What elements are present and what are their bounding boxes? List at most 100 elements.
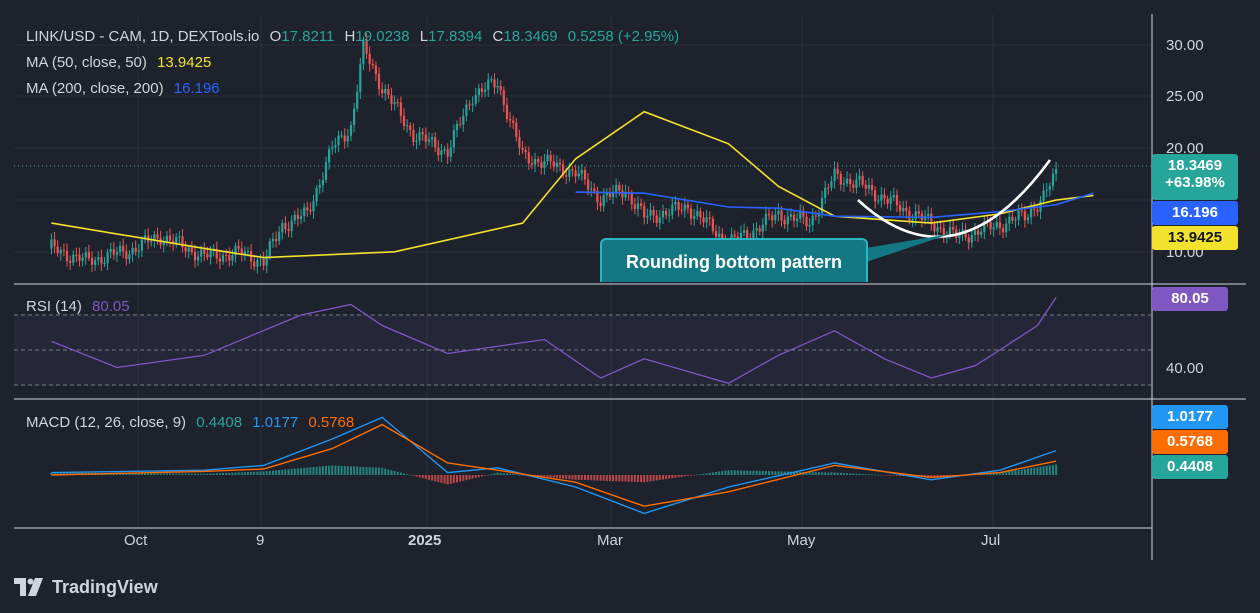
macd-histogram-bar	[693, 475, 696, 476]
candle-body	[275, 238, 278, 241]
candle-body	[646, 215, 649, 218]
macd-histogram-bar	[502, 473, 505, 475]
macd-histogram-bar	[256, 471, 259, 475]
candle-body	[318, 185, 321, 189]
macd-histogram-bar	[605, 475, 608, 481]
macd-histogram-bar	[746, 470, 749, 475]
candle-body	[889, 197, 892, 204]
candle-body	[112, 249, 115, 255]
candle-body	[203, 249, 206, 254]
macd-legend-signal: 0.5768	[308, 414, 355, 431]
candle-body	[72, 254, 75, 263]
x-tick-oct: Oct	[124, 532, 148, 549]
macd-histogram-bar	[275, 470, 278, 475]
candle-body	[315, 188, 318, 202]
candle-body	[973, 230, 977, 235]
candle-body	[1005, 223, 1008, 233]
candle-body	[128, 254, 131, 260]
macd-histogram-bar	[574, 475, 577, 480]
candle-body	[150, 241, 153, 242]
macd-histogram-bar	[518, 474, 521, 476]
macd-histogram-bar	[265, 471, 268, 475]
macd-histogram-bar	[477, 475, 480, 478]
candle-body	[374, 65, 377, 75]
candle-body	[321, 179, 324, 186]
candle-body	[970, 235, 973, 243]
macd-histogram-bar	[218, 473, 221, 475]
candle-body	[78, 254, 81, 261]
candle-body	[56, 246, 59, 254]
open-label: O	[269, 28, 282, 45]
candle-body	[459, 123, 462, 125]
candle-body	[602, 195, 605, 206]
candle-body	[792, 214, 796, 221]
rsi-legend: RSI (14) 80.05	[26, 298, 136, 315]
candle-body	[621, 190, 624, 198]
candle-body	[287, 229, 290, 231]
symbol-label: LINK/USD - CAM, 1D, DEXTools.io	[26, 28, 260, 45]
macd-histogram-bar	[440, 475, 443, 483]
macd-histogram-bar	[443, 475, 446, 484]
macd-histogram-bar	[371, 467, 374, 475]
candle-body	[1023, 211, 1026, 221]
candle-body	[228, 255, 231, 261]
candle-body	[193, 252, 197, 261]
macd-histogram-bar	[434, 475, 437, 482]
macd-histogram-bar	[1052, 464, 1054, 475]
candle-body	[94, 260, 97, 265]
macd-histogram-bar	[705, 473, 708, 475]
candle-body	[902, 207, 905, 212]
macd-histogram-bar	[896, 475, 898, 476]
rounding-bottom-annotation: Rounding bottom pattern	[600, 238, 868, 282]
candle-body	[867, 184, 870, 189]
macd-histogram-bar	[315, 466, 318, 475]
candle-body	[767, 213, 771, 216]
candle-body	[396, 102, 399, 104]
candle-body	[1026, 217, 1030, 221]
candle-body	[165, 235, 168, 242]
candle-body	[334, 145, 337, 148]
candle-body	[140, 239, 143, 251]
candle-body	[1045, 189, 1048, 191]
candle-body	[674, 202, 677, 205]
macd-histogram-bar	[733, 470, 736, 475]
macd-histogram-bar	[565, 475, 568, 479]
candle-body	[343, 135, 346, 142]
last-price-value: 18.3469	[1167, 157, 1223, 174]
macd-histogram-bar	[197, 473, 200, 475]
macd-histogram-bar	[296, 468, 299, 475]
candle-body	[527, 152, 530, 164]
candle-body	[418, 132, 421, 141]
rsi-tick-40: 40.00	[1166, 360, 1204, 377]
macd-histogram-bar	[474, 475, 477, 478]
macd-histogram-bar	[496, 472, 499, 475]
candle-body	[948, 227, 952, 236]
candle-body	[443, 149, 446, 151]
candle-body	[680, 209, 683, 211]
macd-histogram-bar	[459, 475, 462, 482]
macd-histogram-bar	[406, 474, 409, 475]
macd-histogram-bar	[658, 475, 661, 480]
macd-histogram-bar	[830, 472, 833, 475]
candle-body	[599, 202, 602, 207]
macd-histogram-bar	[203, 473, 206, 475]
macd-histogram-bar	[568, 475, 571, 480]
macd-histogram-bar	[630, 475, 633, 482]
macd-histogram-bar	[250, 471, 253, 475]
candle-body	[771, 215, 774, 221]
macd-histogram-bar	[889, 475, 892, 476]
candle-body	[655, 215, 658, 223]
close-label: C	[492, 28, 504, 45]
macd-histogram-bar	[190, 473, 193, 475]
macd-histogram-bar	[602, 475, 605, 481]
macd-histogram-bar	[761, 471, 764, 475]
macd-histogram-bar	[159, 473, 162, 475]
candle-body	[387, 89, 390, 96]
rsi-legend-label: RSI (14)	[26, 298, 82, 315]
candle-body	[109, 249, 112, 253]
close-value: 18.3469	[503, 28, 558, 45]
tradingview-logo[interactable]: TradingView	[14, 574, 158, 600]
macd-histogram-bar	[312, 467, 315, 475]
macd-histogram-bar	[1027, 468, 1029, 475]
macd-histogram-bar	[871, 474, 873, 476]
